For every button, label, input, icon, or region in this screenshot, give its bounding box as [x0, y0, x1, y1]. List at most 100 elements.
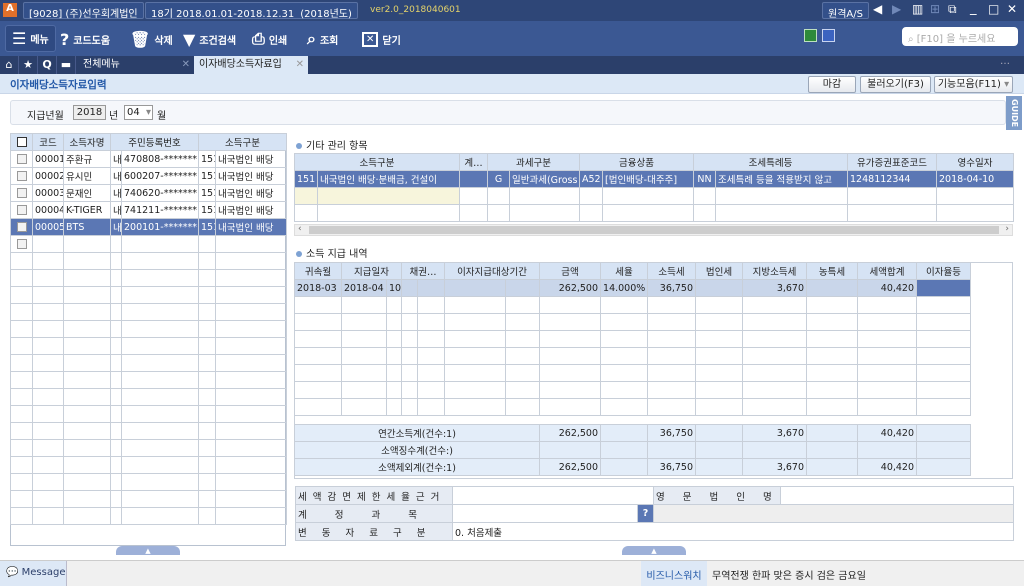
account-input[interactable]: [452, 504, 638, 523]
col-rural-tax[interactable]: 농특세: [806, 262, 859, 280]
row-checkbox[interactable]: [10, 218, 33, 236]
biz-watch-headline[interactable]: 무역전쟁 한파 맞은 증시 검은 금요일: [712, 567, 866, 582]
empty-row[interactable]: [10, 337, 288, 355]
condition-search-button[interactable]: ▼ 조건검색: [183, 28, 236, 50]
row-checkbox[interactable]: [10, 201, 33, 219]
empty-row[interactable]: [10, 439, 288, 457]
payment-cell[interactable]: 262,500: [539, 279, 602, 297]
delete-button[interactable]: 🗑 삭제: [130, 28, 173, 50]
payee-row[interactable]: 00001주환규내470808-*******151내국법인 배당: [10, 150, 288, 168]
col-receipt-date[interactable]: 영수일자: [936, 153, 1015, 171]
empty-row[interactable]: [10, 388, 288, 406]
empty-row[interactable]: [10, 456, 288, 474]
payment-cell[interactable]: [916, 279, 972, 297]
more-tabs-icon[interactable]: …: [1000, 56, 1010, 67]
col-name[interactable]: 소득자명: [63, 133, 111, 151]
empty-row[interactable]: [10, 252, 288, 270]
col-local-tax[interactable]: 지방소득세: [742, 262, 808, 280]
reduction-basis-input[interactable]: [452, 486, 654, 505]
empty-row[interactable]: [10, 354, 288, 372]
empty-row[interactable]: [10, 490, 288, 508]
year-input[interactable]: 2018: [73, 105, 106, 120]
other-cell[interactable]: [법인배당-대주주]: [602, 170, 694, 188]
menu-button[interactable]: ☰ 메뉴: [5, 25, 56, 52]
tab-interest-dividend[interactable]: 이자배당소득자료입 ✕: [194, 56, 308, 74]
empty-row[interactable]: [10, 286, 288, 304]
horizontal-scrollbar[interactable]: ‹ ›: [294, 224, 1013, 236]
col-securities-code[interactable]: 유가증권표준코드: [847, 153, 938, 171]
company-selector[interactable]: [9028] (주)선우회계법인: [23, 2, 144, 20]
select-all-checkbox[interactable]: [10, 133, 33, 151]
empty-row[interactable]: [294, 330, 972, 348]
window-icon[interactable]: ⧉: [948, 2, 957, 17]
payment-cell[interactable]: 10: [386, 279, 402, 297]
code-help-button[interactable]: ? 코드도움: [60, 28, 110, 50]
empty-row[interactable]: [10, 422, 288, 440]
change-type-select[interactable]: 0. 처음제출: [452, 522, 1014, 541]
payment-cell[interactable]: [695, 279, 744, 297]
remote-as-button[interactable]: 원격A/S: [822, 2, 869, 20]
payment-cell[interactable]: [505, 279, 541, 297]
calendar-icon[interactable]: ▬: [57, 56, 76, 74]
guide-tab[interactable]: GUIDE: [1006, 96, 1022, 130]
minimize-icon[interactable]: _: [970, 1, 977, 16]
col-income-type[interactable]: 소득구분: [294, 153, 460, 171]
other-cell[interactable]: 1248112344: [847, 170, 938, 188]
account-help-button[interactable]: ?: [637, 504, 654, 523]
empty-row[interactable]: [10, 235, 288, 253]
row-checkbox[interactable]: [10, 184, 33, 202]
col-amount[interactable]: 금액: [539, 262, 602, 280]
other-cell[interactable]: A52: [579, 170, 603, 188]
month-select[interactable]: 04 ▾: [124, 105, 153, 120]
col-corporate-tax[interactable]: 법인세: [695, 262, 744, 280]
payee-row[interactable]: 00005BTS내200101-*******151내국법인 배당: [10, 218, 288, 236]
col-tax-special[interactable]: 조세특례등: [692, 153, 849, 171]
col-income-type[interactable]: 소득구분: [198, 133, 288, 151]
close-tab-icon[interactable]: ✕: [182, 56, 190, 74]
payee-row[interactable]: 00003문재인내740620-*******151내국법인 배당: [10, 184, 288, 202]
empty-row[interactable]: [10, 473, 288, 491]
payment-cell[interactable]: 3,670: [742, 279, 808, 297]
scroll-right-icon[interactable]: ›: [1005, 224, 1009, 234]
payment-cell[interactable]: [416, 279, 446, 297]
print-button[interactable]: ⎙ 인쇄: [252, 28, 287, 50]
empty-row[interactable]: [10, 507, 288, 525]
load-button[interactable]: 불러오기(F3): [860, 76, 931, 93]
row-checkbox[interactable]: [10, 150, 33, 168]
home-icon[interactable]: ⌂: [0, 56, 19, 74]
payment-cell[interactable]: [806, 279, 859, 297]
payment-cell[interactable]: 36,750: [647, 279, 697, 297]
empty-row[interactable]: [294, 313, 972, 331]
payee-row[interactable]: 00002유시민내600207-*******151내국법인 배당: [10, 167, 288, 185]
maximize-icon[interactable]: □: [988, 2, 999, 16]
empty-row[interactable]: [10, 269, 288, 287]
empty-row[interactable]: [294, 296, 972, 314]
payment-cell[interactable]: 2018-04: [341, 279, 387, 297]
back-arrow-icon[interactable]: ◀: [873, 2, 882, 16]
payment-cell[interactable]: 14.000%: [600, 279, 649, 297]
col-account[interactable]: 계…: [459, 153, 488, 171]
col-code[interactable]: 코드: [32, 133, 64, 151]
other-cell[interactable]: [459, 170, 488, 188]
empty-row[interactable]: [10, 303, 288, 321]
close-period-button[interactable]: 마감: [808, 76, 856, 93]
forward-arrow-icon[interactable]: ▶: [892, 2, 901, 16]
other-cell[interactable]: 조세특례 등을 적용받지 않고: [714, 170, 849, 188]
tab-all-menu[interactable]: 전체메뉴 ✕: [78, 56, 194, 74]
eng-name-input[interactable]: [780, 486, 1014, 505]
col-financial-product[interactable]: 금융상품: [579, 153, 694, 171]
col-attribution-month[interactable]: 귀속월: [294, 262, 342, 280]
empty-row[interactable]: [294, 381, 972, 399]
payment-cell[interactable]: [444, 279, 507, 297]
other-cell[interactable]: 2018-04-10: [936, 170, 1015, 188]
empty-row[interactable]: [294, 398, 972, 416]
close-tab-icon[interactable]: ✕: [296, 56, 304, 74]
payment-cell[interactable]: 40,420: [857, 279, 918, 297]
other-cell[interactable]: 일반과세(Gross: [509, 170, 580, 188]
lookup-button[interactable]: ⌕ 조회: [307, 28, 338, 50]
payment-cell[interactable]: [401, 279, 418, 297]
other-cell[interactable]: 내국법인 배당·분배금, 건설이: [317, 170, 460, 188]
col-bond[interactable]: 채권…: [400, 262, 446, 280]
row-checkbox[interactable]: [10, 235, 33, 253]
empty-row[interactable]: [294, 187, 1015, 205]
